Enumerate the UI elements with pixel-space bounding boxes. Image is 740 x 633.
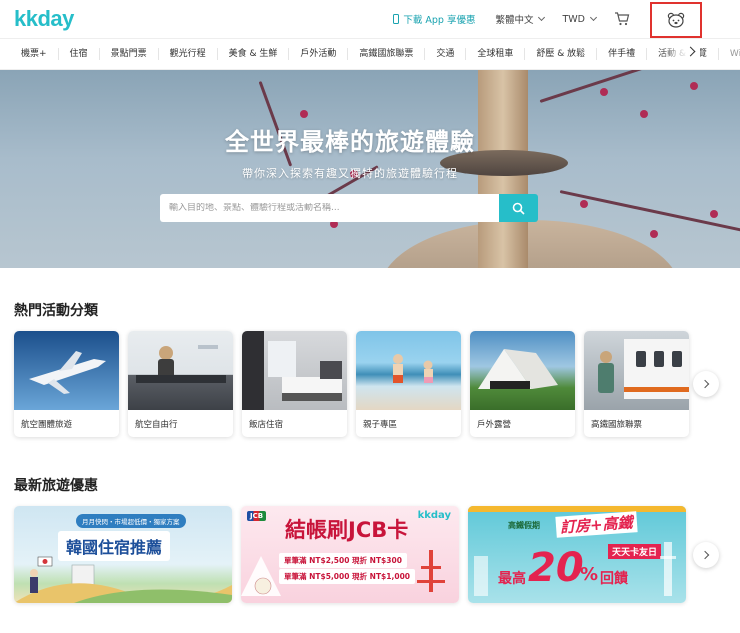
kkday-mini-logo: kkday	[417, 510, 451, 521]
currency-selector[interactable]: TWD	[562, 13, 598, 25]
camping-tent-image	[470, 331, 575, 410]
search-input[interactable]	[169, 203, 489, 213]
category-label: 航空團體旅遊	[21, 420, 73, 430]
chevron-right-icon	[700, 379, 709, 389]
top-header: kkday 下載 App 享優惠 繁體中文 TWD	[0, 0, 740, 38]
jcb-logo: JCB	[247, 511, 267, 521]
deal-tag: 月月快閃・市場超低價・獨家方案	[76, 514, 186, 528]
deal-banner-korea[interactable]: 月月快閃・市場超低價・獨家方案 韓國住宿推薦	[14, 506, 232, 603]
header-actions: 下載 App 享優惠 繁體中文 TWD	[393, 0, 740, 38]
category-card-camping[interactable]: 戶外露營	[470, 331, 575, 437]
nav-item-tours[interactable]: 觀光行程	[159, 48, 218, 60]
kids-beach-image	[356, 331, 461, 410]
deal-banners: 月月快閃・市場超低價・獨家方案 韓國住宿推薦 JCB kkday 結帳刷JCB卡…	[14, 506, 686, 603]
hotel-room-image	[242, 331, 347, 410]
hsr-train-image	[584, 331, 689, 410]
blossom-decoration	[710, 210, 718, 218]
korea-illustration	[14, 556, 232, 603]
blossom-decoration	[690, 82, 698, 90]
chevron-right-icon	[700, 550, 709, 560]
category-card-hotels[interactable]: 飯店住宿	[242, 331, 347, 437]
nav-item-transport[interactable]: 交通	[425, 48, 467, 60]
nav-fade	[660, 39, 700, 69]
chevron-down-icon	[589, 13, 598, 22]
nav-item-flights[interactable]: 機票+	[10, 48, 59, 60]
top-stripe	[468, 506, 686, 512]
branch-decoration	[539, 70, 740, 103]
deal-headline-1: 訂房+高鐵	[555, 511, 638, 538]
language-selector[interactable]: 繁體中文	[495, 12, 546, 26]
search-bar	[160, 194, 500, 222]
hero-title: 全世界最棒的旅遊體驗	[225, 128, 475, 156]
blossom-decoration	[600, 88, 608, 96]
category-card-hsr[interactable]: 高鐵國旅聯票	[584, 331, 689, 437]
deal-banner-hsr-hotel[interactable]: 高鐵假期 訂房+高鐵 天天卡友日 最高 20 % 回饋	[468, 506, 686, 603]
language-label: 繁體中文	[495, 15, 534, 26]
blossom-decoration	[300, 110, 308, 118]
chevron-down-icon	[538, 13, 546, 22]
category-label: 飯店住宿	[249, 420, 284, 430]
bear-avatar-icon	[667, 12, 685, 28]
nav-item-hotels[interactable]: 住宿	[59, 48, 100, 60]
deal-banner-jcb[interactable]: JCB kkday 結帳刷JCB卡 單筆滿 NT$2,500 現折 NT$300…	[241, 506, 459, 603]
nav-item-outdoor[interactable]: 戶外活動	[289, 48, 349, 60]
nav-item-food[interactable]: 美食 & 生鮮	[218, 48, 290, 60]
search-button[interactable]	[499, 194, 538, 222]
blossom-decoration	[580, 200, 588, 208]
popular-categories-title: 熱門活動分類	[14, 303, 98, 319]
deal-tag: 高鐵假期	[508, 521, 540, 530]
app-download-label: 下載 App 享優惠	[403, 15, 476, 26]
taiwan-landmarks-illustration	[474, 542, 676, 596]
user-avatar-button[interactable]	[650, 2, 702, 38]
deals-next-button[interactable]	[693, 542, 719, 568]
tower-base-decoration	[380, 220, 680, 268]
airport-lounge-image	[128, 331, 233, 410]
category-card-free-travel[interactable]: 航空自由行	[128, 331, 233, 437]
categories-next-button[interactable]	[693, 371, 719, 397]
nav-item-car-rental[interactable]: 全球租車	[466, 48, 526, 60]
blossom-decoration	[640, 110, 648, 118]
category-label: 航空自由行	[135, 420, 178, 430]
phone-icon	[393, 14, 400, 24]
currency-label: TWD	[562, 13, 585, 25]
category-label: 戶外露營	[477, 420, 512, 430]
airplane-image	[14, 331, 119, 410]
nav-item-souvenirs[interactable]: 伴手禮	[597, 48, 648, 60]
app-download-link[interactable]: 下載 App 享優惠	[393, 12, 475, 26]
kkday-logo[interactable]: kkday	[14, 6, 74, 32]
blossom-decoration	[650, 230, 658, 238]
latest-deals-title: 最新旅遊優惠	[14, 478, 98, 494]
hero-subtitle: 帶你深入探索有趣又獨特的旅遊體驗行程	[242, 167, 458, 180]
hero-banner: 全世界最棒的旅遊體驗 帶你深入探索有趣又獨特的旅遊體驗行程	[0, 70, 740, 268]
category-label: 高鐵國旅聯票	[591, 420, 643, 430]
category-label: 親子專區	[363, 420, 398, 430]
nav-item-wifi[interactable]: Wi-Fi	[719, 48, 740, 60]
nav-item-tickets[interactable]: 景點門票	[100, 48, 159, 60]
nav-item-hsr[interactable]: 高鐵國旅聯票	[348, 48, 426, 60]
category-card-group-tours[interactable]: 航空團體旅遊	[14, 331, 119, 437]
category-cards: 航空團體旅遊 航空自由行 飯店住宿 親子專區 戶外露營 高鐵國旅聯票	[14, 331, 689, 437]
japan-illustration	[241, 550, 445, 596]
cart-icon[interactable]	[614, 12, 630, 26]
category-nav: 機票+ 住宿 景點門票 觀光行程 美食 & 生鮮 戶外活動 高鐵國旅聯票 交通 …	[0, 38, 740, 70]
nav-item-relax[interactable]: 舒壓 & 放鬆	[525, 48, 598, 60]
search-icon	[512, 202, 525, 215]
category-card-family[interactable]: 親子專區	[356, 331, 461, 437]
